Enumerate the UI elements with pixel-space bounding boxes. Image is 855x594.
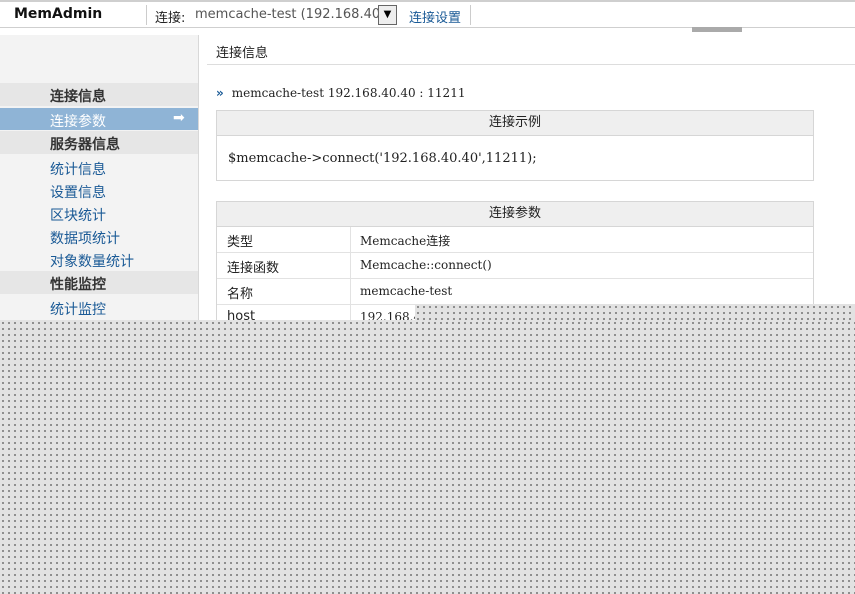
divider	[207, 64, 855, 65]
double-chevron-icon: »	[216, 86, 224, 100]
param-key: 连接函数	[227, 261, 280, 276]
divider	[470, 5, 471, 25]
example-header: 连接示例	[217, 111, 813, 136]
sidebar-item-object-count[interactable]: 对象数量统计	[0, 248, 198, 270]
sidebar-item-items[interactable]: 数据项统计	[0, 225, 198, 247]
connection-info-line: » memcache-test 192.168.40.40 : 11211	[216, 86, 465, 100]
param-value: memcache-test	[360, 284, 453, 298]
sidebar-item-label: 连接参数	[50, 114, 106, 130]
top-bar: MemAdmin 连接: memcache-test (192.168.40.4…	[0, 0, 855, 28]
page-title: 连接信息	[216, 46, 269, 61]
loading-overlay	[0, 320, 855, 594]
connection-info-text: memcache-test 192.168.40.40 : 11211	[231, 86, 466, 100]
table-row: 连接函数 Memcache::connect()	[217, 253, 813, 279]
connection-label: 连接:	[155, 11, 186, 26]
example-code: $memcache->connect('192.168.40.40',11211…	[228, 151, 537, 166]
sidebar-item-label: 数据项统计	[50, 231, 120, 247]
sidebar-section-title: 服务器信息	[50, 137, 120, 153]
arrow-right-icon: ➡	[173, 110, 185, 126]
main-content: 连接信息 » memcache-test 192.168.40.40 : 1121…	[207, 35, 855, 331]
sidebar: 连接信息 连接参数 ➡ 服务器信息 统计信息 设置信息 区块统计 数据项统计 对…	[0, 35, 199, 325]
sidebar-item-slabs[interactable]: 区块统计	[0, 202, 198, 224]
param-value: Memcache连接	[360, 234, 451, 248]
sidebar-section-title: 性能监控	[50, 277, 106, 293]
sidebar-section-server: 服务器信息	[0, 131, 198, 154]
chevron-down-icon[interactable]: ▼	[378, 5, 397, 25]
connection-select[interactable]: memcache-test (192.168.40.40 ▼	[193, 5, 397, 25]
divider	[350, 227, 351, 252]
sidebar-item-label: 区块统计	[50, 208, 106, 224]
param-value: Memcache::connect()	[360, 258, 492, 272]
app-title: MemAdmin	[14, 6, 103, 22]
loading-overlay	[415, 304, 855, 321]
connection-select-value: memcache-test (192.168.40.40	[195, 7, 397, 22]
divider	[350, 279, 351, 304]
scrollbar-thumb[interactable]	[692, 27, 742, 32]
table-row: 名称 memcache-test	[217, 279, 813, 305]
sidebar-item-settings[interactable]: 设置信息	[0, 179, 198, 201]
table-row: 类型 Memcache连接	[217, 227, 813, 253]
sidebar-item-connection-params[interactable]: 连接参数 ➡	[0, 108, 198, 130]
sidebar-item-monitor[interactable]: 统计监控	[0, 296, 198, 318]
sidebar-item-label: 统计监控	[50, 302, 106, 318]
divider	[350, 253, 351, 278]
example-box: 连接示例 $memcache->connect('192.168.40.40',…	[216, 110, 814, 181]
sidebar-item-stats[interactable]: 统计信息	[0, 156, 198, 178]
sidebar-section-monitor: 性能监控	[0, 271, 198, 294]
param-key: 类型	[227, 235, 254, 250]
param-key: 名称	[227, 287, 254, 302]
divider	[146, 5, 147, 25]
params-header: 连接参数	[217, 202, 813, 227]
sidebar-section-connection: 连接信息	[0, 83, 198, 106]
connection-settings-link[interactable]: 连接设置	[409, 7, 461, 26]
sidebar-section-title: 连接信息	[50, 89, 106, 105]
sidebar-item-label: 设置信息	[50, 185, 106, 201]
sidebar-item-label: 统计信息	[50, 162, 106, 178]
sidebar-item-label: 对象数量统计	[50, 254, 134, 270]
